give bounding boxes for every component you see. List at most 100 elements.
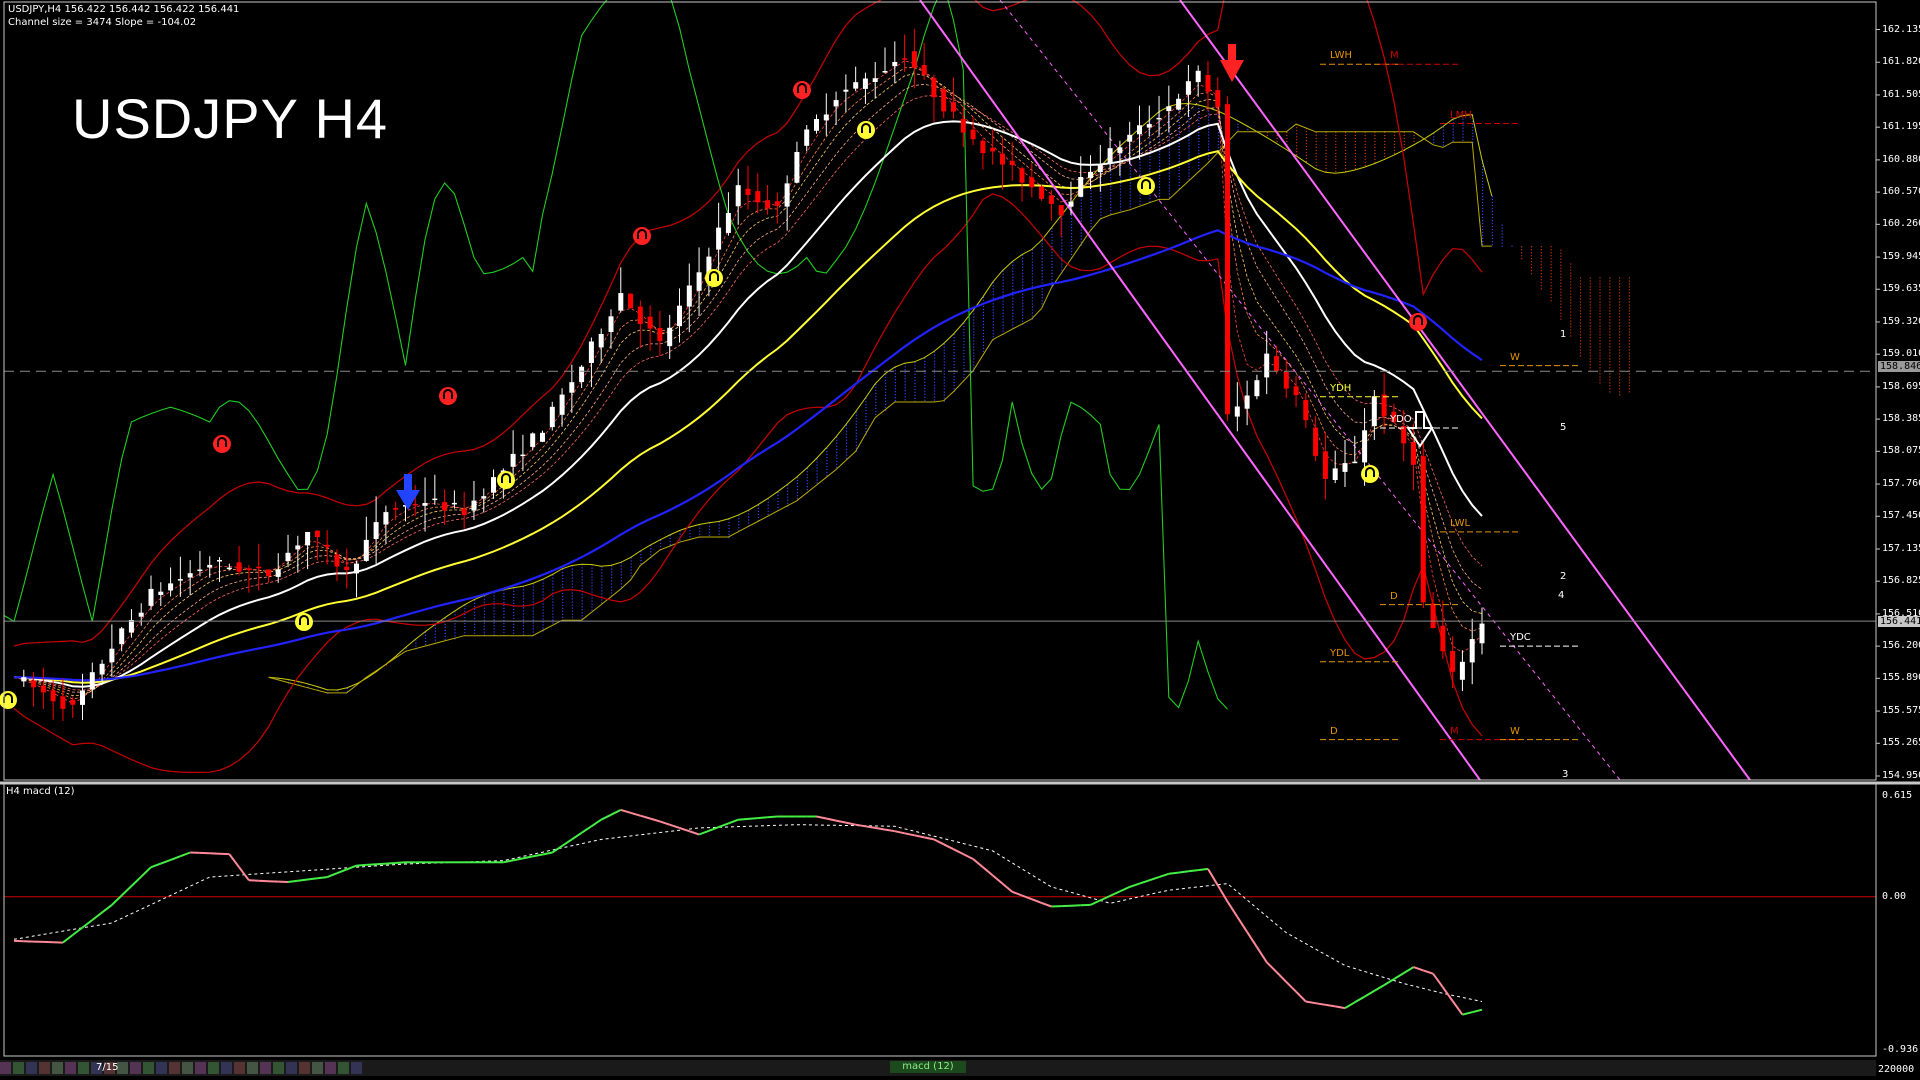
cloud-dot (738, 518, 740, 520)
cloud-dot (1168, 190, 1170, 192)
candle-body (305, 532, 311, 546)
candle-body (393, 507, 399, 510)
cloud-dot (1080, 208, 1082, 210)
cloud-dot (474, 623, 476, 625)
cloud-dot (1482, 201, 1484, 203)
cloud-dot (1619, 331, 1621, 333)
cloud-dot (1579, 343, 1582, 345)
cloud-dot (1560, 252, 1562, 254)
cloud-dot (1090, 214, 1092, 216)
cloud-dot (522, 628, 525, 630)
cloud-dot (1296, 151, 1298, 153)
cloud-dot (1266, 134, 1268, 136)
cloud-dot (542, 588, 544, 590)
cloud-dot (845, 433, 848, 435)
price-tick-label: 157.760 (1882, 478, 1920, 490)
macd-line-segment (385, 862, 396, 865)
cloud-dot (1012, 276, 1014, 278)
cloud-dot (611, 583, 613, 585)
cloud-dot (1609, 385, 1611, 387)
cloud-dot (1178, 178, 1180, 181)
cloud-dot (1384, 140, 1386, 142)
cloud-dot (1570, 299, 1572, 301)
cloud-dot (885, 406, 887, 408)
cloud-dot (611, 580, 613, 582)
cloud-dot (1149, 138, 1151, 140)
cloud-dot (591, 573, 593, 575)
cloud-dot (845, 430, 848, 432)
cloud-dot (1354, 152, 1356, 154)
cloud-dot (1041, 279, 1043, 281)
cloud-dot (1364, 137, 1366, 139)
cloud-dot (1129, 206, 1131, 208)
cloud-dot (1599, 313, 1601, 315)
cloud-dot (571, 577, 573, 579)
cloud-dot (1022, 296, 1024, 298)
cloud-dot (943, 349, 945, 351)
cloud-dot (875, 389, 877, 391)
cloud-dot (1051, 278, 1053, 280)
cloud-dot (1345, 137, 1347, 139)
cloud-dot (1452, 131, 1454, 133)
cloud-dot (503, 592, 505, 594)
cloud-dot (1354, 161, 1356, 163)
cloud-dot (953, 358, 955, 360)
cloud-dot (1012, 273, 1014, 275)
cloud-dot (1619, 313, 1621, 315)
cloud-dot (845, 442, 848, 444)
cloud-dot (1012, 264, 1014, 266)
cloud-dot (1462, 139, 1464, 141)
cloud-dot (836, 442, 838, 444)
cloud-dot (1619, 328, 1621, 330)
cloud-dot (865, 428, 867, 430)
cloud-dot (1198, 149, 1200, 152)
cloud-dot (973, 349, 975, 351)
cloud-dot (493, 607, 495, 609)
level-label: M (1450, 725, 1459, 737)
cloud-dot (1031, 291, 1033, 293)
scroll-bar[interactable]: 7/15 macd (12) (0, 1060, 1876, 1076)
cloud-dot (1296, 139, 1298, 141)
level-label: YDH (1330, 382, 1352, 394)
cloud-dot (1090, 223, 1092, 225)
cloud-dot (1354, 143, 1356, 145)
cloud-dot (1609, 295, 1611, 297)
cloud-dot (532, 616, 534, 618)
cloud-dot (1550, 300, 1552, 302)
macd-line-segment (1178, 870, 1189, 874)
cloud-dot (1178, 175, 1180, 178)
cloud-dot (982, 332, 985, 334)
cloud-dot (601, 575, 603, 577)
cloud-dot (796, 485, 799, 488)
cloud-dot (1354, 164, 1356, 166)
cloud-dot (434, 627, 436, 629)
cloud-dot (1579, 283, 1582, 285)
level-label: YDO (1390, 413, 1412, 425)
cloud-dot (1012, 297, 1014, 299)
scroll-swatch (208, 1062, 219, 1074)
candle-body (314, 530, 320, 537)
cloud-dot (1335, 140, 1337, 142)
indicator-tab[interactable]: macd (12) (890, 1061, 966, 1073)
price-tick-label: 155.265 (1882, 737, 1920, 749)
cloud-dot (493, 598, 495, 600)
candle-body (1019, 168, 1025, 183)
cloud-dot (669, 538, 671, 540)
trading-chart[interactable] (0, 0, 1920, 1080)
cloud-dot (836, 439, 838, 441)
cloud-dot (1031, 279, 1033, 281)
cloud-dot (1482, 240, 1484, 242)
cloud-dot (973, 334, 975, 336)
cloud-dot (1550, 261, 1552, 263)
cloud-dot (1491, 240, 1493, 243)
cloud-dot (943, 352, 945, 354)
cloud-dot (1560, 264, 1562, 266)
cloud-dot (1609, 310, 1611, 312)
cloud-dot (1325, 155, 1327, 157)
cloud-dot (1159, 189, 1161, 191)
cloud-dot (992, 327, 994, 329)
cloud-dot (1335, 146, 1337, 148)
cloud-dot (1599, 286, 1601, 288)
cloud-dot (845, 454, 848, 456)
cloud-dot (904, 372, 906, 374)
